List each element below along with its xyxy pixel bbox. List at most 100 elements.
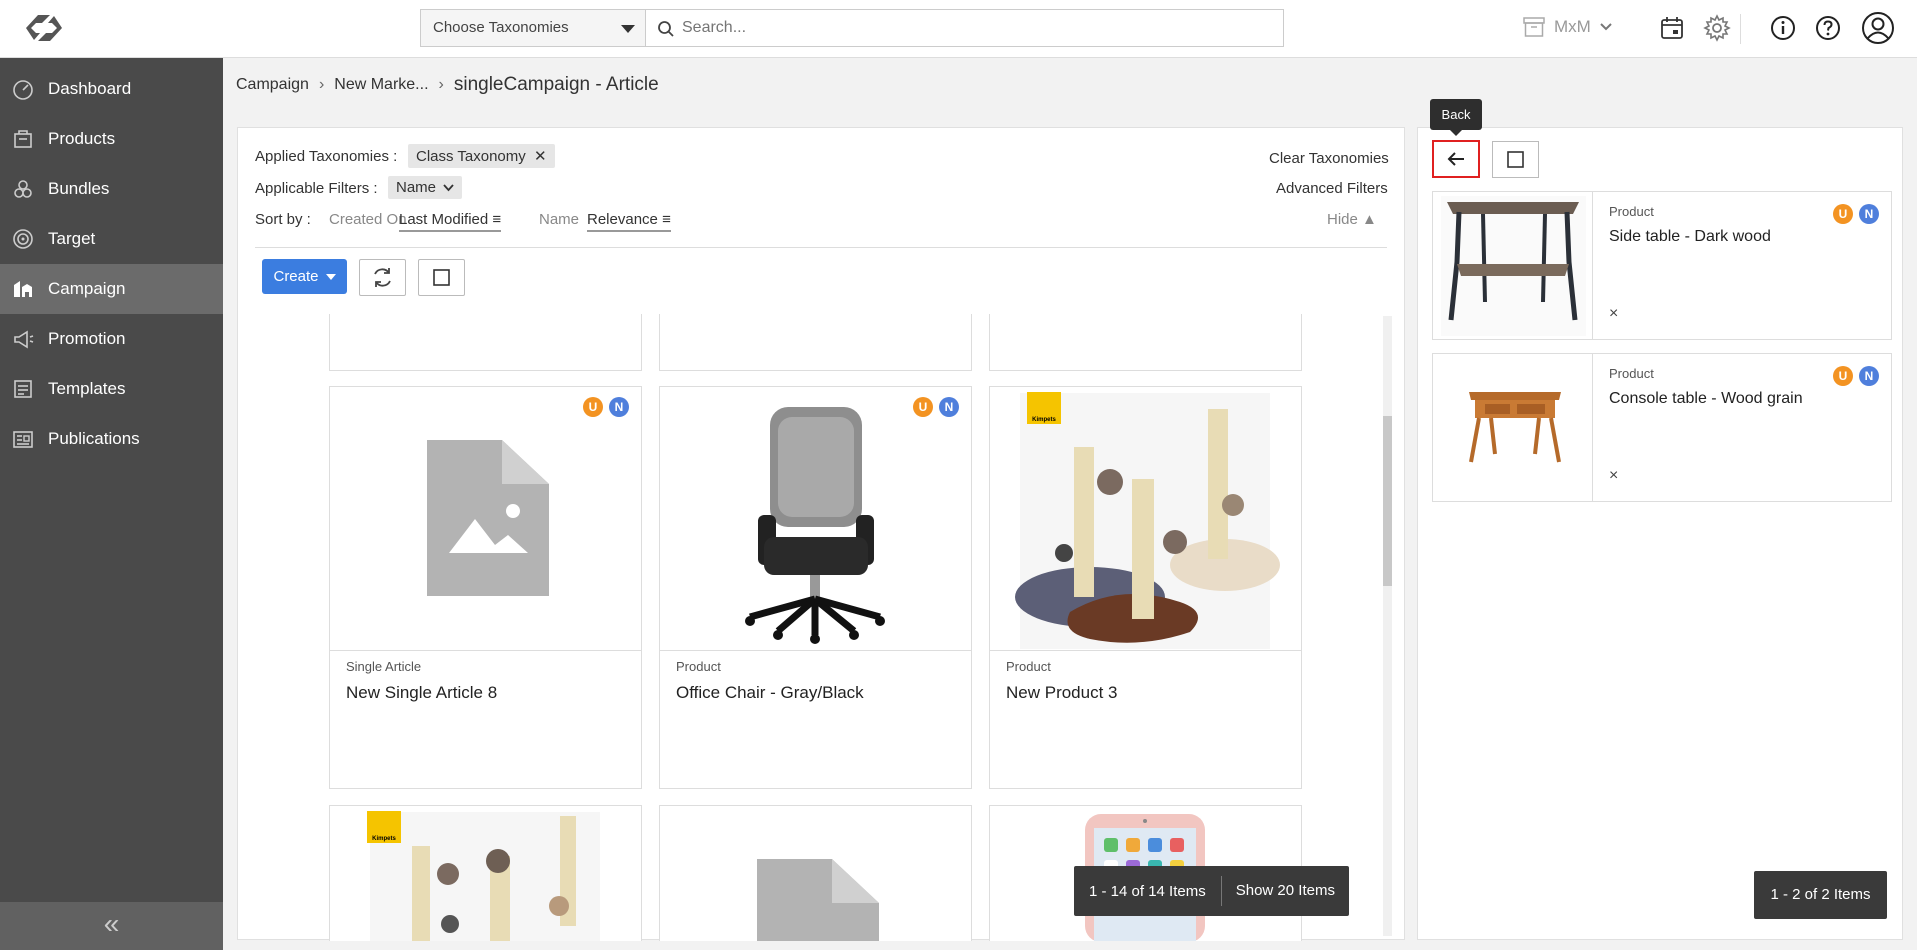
breadcrumb-separator: ›: [438, 76, 444, 93]
taxonomy-select-value: Choose Taxonomies: [433, 19, 569, 36]
caret-down-icon: [325, 273, 336, 280]
pagination: 1 - 14 of 14 Items Show 20 Items: [1074, 866, 1349, 916]
taxonomy-select[interactable]: Choose Taxonomies: [420, 9, 646, 47]
refresh-button[interactable]: [359, 259, 406, 296]
filter-select-value: Name: [396, 179, 437, 196]
arrow-left-icon: [1447, 152, 1464, 166]
clear-taxonomies-link[interactable]: Clear Taxonomies: [1269, 150, 1389, 167]
search-input[interactable]: [682, 10, 1272, 46]
remove-item-icon[interactable]: ×: [1609, 305, 1618, 323]
item-image: [1433, 192, 1593, 339]
updated-badge: U: [1833, 204, 1853, 224]
sort-last-modified-label: Last Modified: [399, 211, 489, 228]
remove-chip-icon[interactable]: ✕: [534, 148, 547, 165]
sidebar-item-bundles[interactable]: Bundles: [0, 164, 223, 214]
sort-by-label: Sort by :: [255, 211, 311, 228]
app-logo-icon[interactable]: [20, 9, 68, 47]
list-item[interactable]: U N Product Office Chair - Gray/Black: [659, 386, 972, 789]
collapse-sidebar-button[interactable]: «: [0, 902, 223, 950]
list-item[interactable]: Kimpets Product New Product 3: [989, 386, 1302, 789]
sidebar-item-label: Target: [48, 229, 96, 248]
console-table-image: [1469, 392, 1561, 463]
hide-filters-toggle[interactable]: Hide ▲: [1327, 211, 1377, 228]
kimpets-logo: Kimpets: [1027, 392, 1061, 424]
user-avatar-icon[interactable]: [1861, 11, 1895, 45]
org-switcher[interactable]: MxM: [1522, 16, 1613, 38]
advanced-filters-link[interactable]: Advanced Filters: [1276, 180, 1388, 197]
show-items-button[interactable]: Show 20 Items: [1220, 876, 1349, 906]
sidebar-item-templates[interactable]: Templates: [0, 364, 223, 414]
image-placeholder-icon: [427, 440, 549, 596]
sidebar-item-label: Promotion: [48, 329, 126, 348]
applied-taxonomies-label: Applied Taxonomies :: [255, 148, 398, 165]
checkbox-icon: [1507, 151, 1524, 168]
back-button[interactable]: [1432, 140, 1480, 178]
sidebar-item-promotion[interactable]: Promotion: [0, 314, 223, 364]
campaign-icon: [14, 281, 32, 297]
remove-item-icon[interactable]: ×: [1609, 467, 1618, 485]
top-bar: Choose Taxonomies MxM: [0, 0, 1917, 58]
sidebar-item-products[interactable]: Products: [0, 114, 223, 164]
gear-icon[interactable]: [1702, 13, 1732, 43]
list-item[interactable]: Kimpets: [329, 805, 642, 941]
card-image: [330, 387, 641, 651]
sidebar-item-campaign[interactable]: Campaign: [0, 264, 223, 314]
list-item[interactable]: [659, 314, 972, 371]
breadcrumb-item-market[interactable]: New Marke...: [334, 76, 428, 94]
selected-item[interactable]: U N Product Console table - Wood grain ×: [1432, 353, 1892, 502]
search-box[interactable]: [645, 9, 1284, 47]
sidebar: Dashboard Products Bundles Target Campai…: [0, 58, 223, 950]
chevron-down-icon: [443, 184, 454, 192]
list-item[interactable]: [329, 314, 642, 371]
create-button[interactable]: Create: [262, 259, 347, 294]
megaphone-icon: [14, 330, 34, 349]
updated-badge: U: [583, 397, 603, 417]
kimpets-logo: Kimpets: [367, 811, 401, 843]
office-chair-image: [745, 407, 885, 644]
filter-select[interactable]: Name: [388, 176, 463, 199]
scrollbar-thumb[interactable]: [1383, 416, 1392, 586]
sort-created-on[interactable]: Created On: [329, 211, 407, 228]
card-title: Office Chair - Gray/Black: [676, 683, 864, 702]
double-chevron-left-icon: «: [103, 908, 120, 939]
card-type: Product: [1006, 659, 1051, 674]
sidebar-item-label: Bundles: [48, 179, 110, 198]
sort-last-modified[interactable]: Last Modified ≡: [399, 211, 502, 232]
item-title: Console table - Wood grain: [1609, 390, 1803, 407]
select-all-checkbox[interactable]: [1492, 141, 1539, 178]
bundles-icon: [14, 180, 32, 198]
card-title: New Product 3: [1006, 683, 1118, 702]
help-icon[interactable]: [1813, 13, 1843, 43]
sort-relevance[interactable]: Relevance ≡: [587, 211, 671, 232]
item-type: Product: [1609, 204, 1654, 219]
sort-name[interactable]: Name: [539, 211, 579, 228]
sidebar-item-publications[interactable]: Publications: [0, 414, 223, 464]
selected-item[interactable]: U N Product Side table - Dark wood ×: [1432, 191, 1892, 340]
sidebar-item-target[interactable]: Target: [0, 214, 223, 264]
sort-relevance-label: Relevance: [587, 211, 658, 228]
sort-order-icon: ≡: [662, 211, 671, 228]
item-type: Product: [1609, 366, 1654, 381]
breadcrumb-item-campaign[interactable]: Campaign: [236, 76, 309, 94]
breadcrumb-separator: ›: [318, 76, 325, 93]
updated-badge: U: [913, 397, 933, 417]
list-item[interactable]: [659, 805, 972, 941]
sidebar-item-label: Publications: [48, 429, 140, 448]
select-all-checkbox[interactable]: [418, 259, 465, 296]
new-badge: N: [939, 397, 959, 417]
caret-down-icon: [621, 25, 635, 33]
scrollbar[interactable]: [1383, 316, 1392, 936]
products-icon: [14, 130, 32, 148]
calendar-icon[interactable]: [1657, 13, 1687, 43]
info-icon[interactable]: [1768, 13, 1798, 43]
archive-icon: [1523, 17, 1545, 37]
applicable-filters-label: Applicable Filters :: [255, 180, 378, 197]
sidebar-item-dashboard[interactable]: Dashboard: [0, 64, 223, 114]
list-item[interactable]: U N Single Article New Single Article 8: [329, 386, 642, 789]
item-image: [1433, 354, 1593, 501]
list-item[interactable]: [989, 314, 1302, 371]
new-badge: N: [1859, 204, 1879, 224]
sort-order-icon: ≡: [492, 211, 502, 228]
new-badge: N: [1859, 366, 1879, 386]
chevron-down-icon: [1600, 23, 1612, 31]
